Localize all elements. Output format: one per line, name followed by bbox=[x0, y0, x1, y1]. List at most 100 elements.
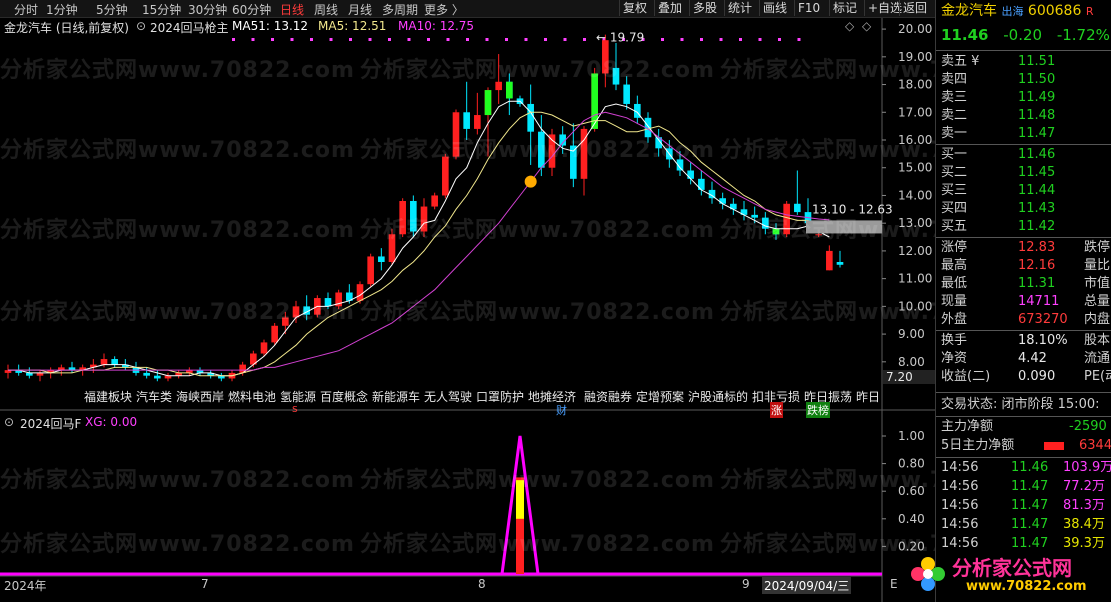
period-tab-60min[interactable]: 60分钟 bbox=[232, 1, 271, 18]
divider bbox=[936, 330, 1111, 331]
last-price: 11.46 bbox=[941, 26, 989, 44]
fuquan-button[interactable]: 复权 bbox=[619, 0, 650, 16]
concept-tag[interactable]: 新能源车 bbox=[372, 388, 420, 405]
ask-row[interactable]: 卖一 11.47 bbox=[941, 125, 1055, 143]
mark-button[interactable]: 标记 bbox=[829, 0, 860, 16]
watermark-text: 分析家公式网www.70822.com bbox=[360, 532, 715, 557]
period-tab-fenshi[interactable]: 分时 bbox=[14, 1, 38, 18]
period-tab-monthly[interactable]: 月线 bbox=[348, 1, 372, 18]
signal-dot bbox=[505, 38, 508, 41]
concept-tag[interactable]: 无人驾驶 bbox=[424, 388, 472, 405]
divider bbox=[936, 237, 1111, 238]
period-tab-15min[interactable]: 15分钟 bbox=[142, 1, 181, 18]
signal-dot bbox=[739, 38, 742, 41]
candle-body bbox=[474, 115, 481, 129]
bid-row[interactable]: 买二 11.45 bbox=[941, 164, 1055, 182]
market-tag: 出海 bbox=[1001, 5, 1024, 18]
site-logo: 分析家公式网 www.70822.com bbox=[908, 548, 1111, 602]
bid-row[interactable]: 买五 11.42 bbox=[941, 218, 1055, 236]
back-button[interactable]: 返回 bbox=[899, 0, 930, 16]
signal-dot bbox=[271, 38, 274, 41]
stat-row: 外盘 673270 内盘 bbox=[941, 312, 1111, 327]
signal-dot bbox=[368, 38, 372, 41]
period-tab-daily[interactable]: 日线 bbox=[280, 1, 304, 18]
f10-button[interactable]: F10 bbox=[794, 0, 823, 16]
concept-tag[interactable]: 百度概念 bbox=[320, 388, 368, 405]
watermark-text: 分析家公式网www.70822.com bbox=[0, 532, 355, 557]
concept-tag[interactable]: 昨日 bbox=[856, 388, 880, 405]
concept-tag[interactable]: 燃料电池 bbox=[228, 388, 276, 405]
divider bbox=[936, 50, 1111, 51]
date-month-7: 7 bbox=[201, 577, 209, 591]
divider bbox=[936, 392, 1111, 393]
watermark-text: 分析家公式网www.70822.com bbox=[360, 300, 715, 325]
concept-tag[interactable]: 沪股通标的 bbox=[688, 388, 748, 405]
price-change: -0.20 bbox=[1003, 26, 1043, 44]
candle-body bbox=[154, 375, 161, 379]
candle-body bbox=[623, 84, 630, 104]
stat-row: 涨停 12.83 跌停 bbox=[941, 240, 1111, 255]
signal-dot bbox=[349, 38, 352, 41]
watermark-text: 分析家公式网www.70822.com bbox=[360, 138, 715, 163]
ask-row[interactable]: 卖二 11.48 bbox=[941, 107, 1055, 125]
draw-line-button[interactable]: 画线 bbox=[759, 0, 790, 16]
bid-row[interactable]: 买一 11.46 bbox=[941, 146, 1055, 164]
date-end: E bbox=[890, 577, 898, 591]
r-badge: R bbox=[1085, 5, 1094, 18]
candle-body bbox=[260, 342, 268, 354]
watermark-text: 分析家公式网www.70822.com bbox=[360, 218, 715, 243]
bid-row[interactable]: 买三 11.44 bbox=[941, 182, 1055, 200]
badge-zhang: 涨 bbox=[770, 402, 783, 418]
y-tick-label: 12.00 bbox=[898, 244, 932, 258]
concept-tag[interactable]: 融资融券 bbox=[584, 388, 632, 405]
concept-tag[interactable]: 口罩防护 bbox=[476, 388, 524, 405]
concept-tag[interactable]: 氢能源 bbox=[280, 388, 316, 405]
tick-row: 14:56 11.47 77.2万 bbox=[941, 479, 1105, 494]
stat-row: 最低 11.31 市值 bbox=[941, 276, 1111, 291]
candle-body bbox=[527, 103, 534, 132]
watermark-text: 分析家公式网www.70822.com bbox=[360, 58, 715, 83]
price-change-pct: -1.72% bbox=[1056, 26, 1110, 44]
concept-tag[interactable]: 汽车类 bbox=[136, 388, 172, 405]
y-tick-label: 11.00 bbox=[898, 272, 932, 286]
concept-tag[interactable]: 地摊经济 bbox=[528, 388, 576, 405]
multi-stock-button[interactable]: 多股 bbox=[689, 0, 720, 16]
y-tick-label: 20.00 bbox=[898, 22, 932, 36]
ask-row[interactable]: 卖五 ¥11.51 bbox=[941, 53, 1055, 71]
concept-tag[interactable]: 定增预案 bbox=[636, 388, 684, 405]
ask-row[interactable]: 卖四 11.50 bbox=[941, 71, 1055, 89]
overlay-button[interactable]: 叠加 bbox=[654, 0, 685, 16]
bid-row[interactable]: 买四 11.43 bbox=[941, 200, 1055, 218]
period-tab-1min[interactable]: 1分钟 bbox=[46, 1, 78, 18]
stats-button[interactable]: 统计 bbox=[724, 0, 755, 16]
signal-dot bbox=[700, 38, 703, 41]
candle-body bbox=[100, 359, 108, 365]
period-tab-5min[interactable]: 5分钟 bbox=[96, 1, 128, 18]
period-tab-multi[interactable]: 多周期 bbox=[382, 1, 418, 18]
signal-dot bbox=[661, 38, 664, 41]
concept-tags: 福建板块 汽车类 海峡西岸 燃料电池 氢能源 百度概念 新能源车 无人驾驶 口罩… bbox=[84, 388, 884, 404]
concept-tag[interactable]: 福建板块 bbox=[84, 388, 132, 405]
signal-dot bbox=[563, 38, 567, 41]
period-tab-30min[interactable]: 30分钟 bbox=[188, 1, 227, 18]
quote-panel: 金龙汽车 出海 600686 R 11.46 -0.20 -1.72% 卖五 ¥… bbox=[911, 0, 1111, 602]
y-tick-label: 14.00 bbox=[898, 188, 932, 202]
badge-s: s bbox=[292, 402, 298, 415]
candle-body bbox=[378, 256, 385, 262]
sub-indicator-name[interactable]: 2024回马F bbox=[20, 415, 81, 432]
tick-row: 14:56 11.47 38.4万 bbox=[941, 517, 1105, 532]
period-tab-more[interactable]: 更多 〉 bbox=[424, 1, 464, 18]
period-tab-weekly[interactable]: 周线 bbox=[314, 1, 338, 18]
badge-dieban: 跌榜 bbox=[806, 402, 830, 418]
watermark-text: 分析家公式网www.70822.com bbox=[0, 58, 355, 83]
y-tick-label: 17.00 bbox=[898, 105, 932, 119]
concept-tag[interactable]: 海峡西岸 bbox=[176, 388, 224, 405]
candle-body bbox=[826, 250, 833, 271]
signal-dot bbox=[290, 38, 294, 41]
xg-label: XG: 0.00 bbox=[85, 415, 138, 429]
divider bbox=[936, 416, 1111, 417]
ask-row[interactable]: 卖三 11.49 bbox=[941, 89, 1055, 107]
trade-status: 交易状态: 闭市阶段 15:00: bbox=[941, 397, 1100, 412]
candle-body bbox=[463, 112, 470, 129]
sub-indicator-icon[interactable]: ⊙ bbox=[4, 415, 14, 429]
